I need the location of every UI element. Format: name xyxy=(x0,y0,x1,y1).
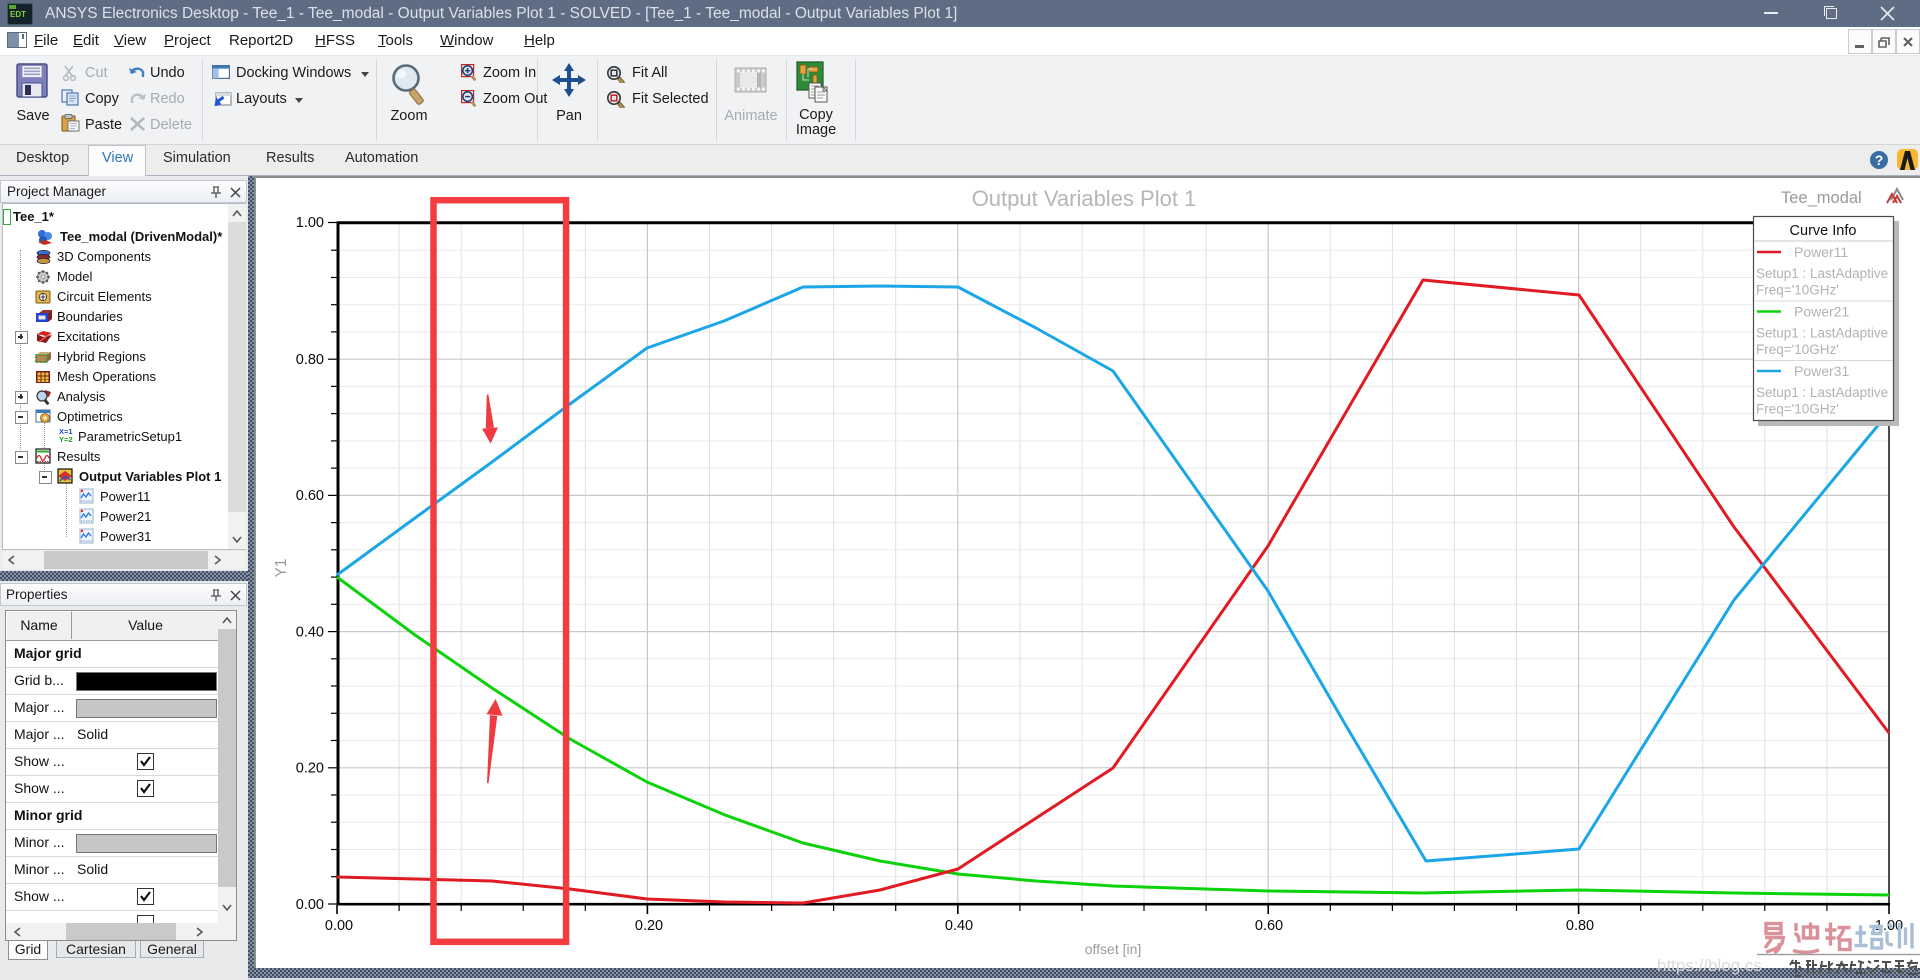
svg-text:Freq='10GHz': Freq='10GHz' xyxy=(1756,342,1839,357)
svg-text:0.20: 0.20 xyxy=(296,761,324,777)
svg-text:Power21: Power21 xyxy=(1794,304,1849,320)
svg-text:0.00: 0.00 xyxy=(296,897,324,913)
svg-text:0.00: 0.00 xyxy=(325,918,353,934)
svg-text:offset [in]: offset [in] xyxy=(1085,941,1142,957)
svg-text:Power11: Power11 xyxy=(1794,244,1848,260)
svg-text:Freq='10GHz': Freq='10GHz' xyxy=(1756,283,1839,298)
svg-text:0.60: 0.60 xyxy=(1255,918,1283,934)
svg-text:Setup1 : LastAdaptive: Setup1 : LastAdaptive xyxy=(1756,385,1888,400)
svg-text:0.80: 0.80 xyxy=(296,352,324,368)
svg-text:Setup1 : LastAdaptive: Setup1 : LastAdaptive xyxy=(1756,266,1888,281)
svg-text:Freq='10GHz': Freq='10GHz' xyxy=(1756,402,1839,417)
svg-text:Output Variables Plot 1: Output Variables Plot 1 xyxy=(972,186,1197,211)
svg-text:Setup1 : LastAdaptive: Setup1 : LastAdaptive xyxy=(1756,326,1888,341)
svg-text:Tee_modal: Tee_modal xyxy=(1781,189,1862,207)
svg-text:https://blog.cs: https://blog.cs xyxy=(1657,956,1762,975)
svg-text:0.60: 0.60 xyxy=(296,488,324,504)
svg-text:0.80: 0.80 xyxy=(1566,918,1594,934)
svg-text:0.20: 0.20 xyxy=(635,918,663,934)
svg-text:1.00: 1.00 xyxy=(296,215,324,231)
svg-text:Y1: Y1 xyxy=(273,559,290,578)
svg-text:0.40: 0.40 xyxy=(296,625,324,641)
svg-text:Curve Info: Curve Info xyxy=(1790,223,1857,239)
svg-text:0.40: 0.40 xyxy=(945,918,973,934)
svg-text:Power31: Power31 xyxy=(1794,363,1849,379)
